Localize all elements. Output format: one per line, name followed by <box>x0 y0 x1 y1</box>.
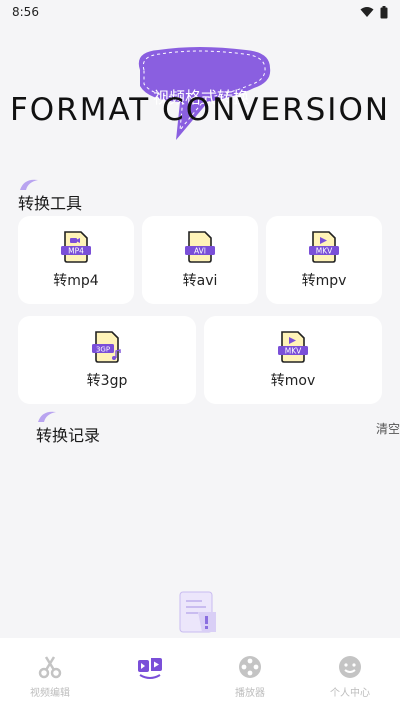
play-file-icon: MKV <box>278 331 308 363</box>
section-title: 转换记录 <box>36 426 101 445</box>
nav-label: 播放器 <box>235 688 265 699</box>
format-badge: MP4 <box>68 247 84 256</box>
nav-video-edit[interactable]: 视频编辑 <box>0 638 100 712</box>
tools-grid: MP4 转mp4 AVI 转avi MKV 转mpv 3GP 转3gp MKV … <box>0 216 400 404</box>
format-badge: 3GP <box>96 346 110 354</box>
convert-mpv-card[interactable]: MKV 转mpv <box>266 216 382 304</box>
video-file-icon: MP4 <box>61 231 91 263</box>
convert-avi-card[interactable]: AVI 转avi <box>142 216 258 304</box>
history-section-header: 转换记录 清空 <box>18 408 400 448</box>
header-banner: 视频格式转换 FORMAT CONVERSION <box>0 24 400 140</box>
convert-mp4-card[interactable]: MP4 转mp4 <box>18 216 134 304</box>
convert-3gp-card[interactable]: 3GP 转3gp <box>18 316 196 404</box>
tools-row: MP4 转mp4 AVI 转avi MKV 转mpv <box>18 216 382 304</box>
music-file-icon: 3GP <box>92 331 121 363</box>
play-file-icon: MKV <box>309 231 339 263</box>
tool-label: 转avi <box>182 273 218 289</box>
page-title: FORMAT CONVERSION <box>9 92 391 128</box>
tool-label: 转mpv <box>301 273 347 289</box>
tool-label: 转3gp <box>86 373 128 389</box>
convert-mov-card[interactable]: MKV 转mov <box>204 316 382 404</box>
format-badge: MKV <box>316 247 333 256</box>
clear-history-button[interactable]: 清空 <box>376 420 400 437</box>
nav-profile[interactable]: 个人中心 <box>300 638 400 712</box>
nav-label: 个人中心 <box>330 688 370 699</box>
tool-label: 转mp4 <box>53 273 99 289</box>
empty-history-icon <box>179 591 216 633</box>
nav-player[interactable]: 播放器 <box>200 638 300 712</box>
tool-label: 转mov <box>270 373 316 389</box>
film-reel-icon <box>239 656 261 678</box>
scissors-icon <box>38 656 62 679</box>
status-bar: 8:56 <box>0 0 400 24</box>
nav-format-convert[interactable] <box>100 638 200 712</box>
format-convert-icon <box>138 658 162 679</box>
battery-icon <box>380 5 388 18</box>
bottom-nav: 视频编辑 播放器 个人中心 <box>0 638 400 712</box>
format-badge: MKV <box>285 347 302 356</box>
section-title: 转换工具 <box>18 194 83 213</box>
format-badge: AVI <box>194 247 206 256</box>
clock: 8:56 <box>12 5 39 19</box>
tools-row: 3GP 转3gp MKV 转mov <box>18 316 382 404</box>
document-file-icon: AVI <box>185 231 215 263</box>
nav-label: 视频编辑 <box>30 688 70 699</box>
wifi-icon <box>360 7 374 17</box>
smiley-face-icon <box>339 656 361 678</box>
tools-section-header: 转换工具 <box>18 176 400 216</box>
